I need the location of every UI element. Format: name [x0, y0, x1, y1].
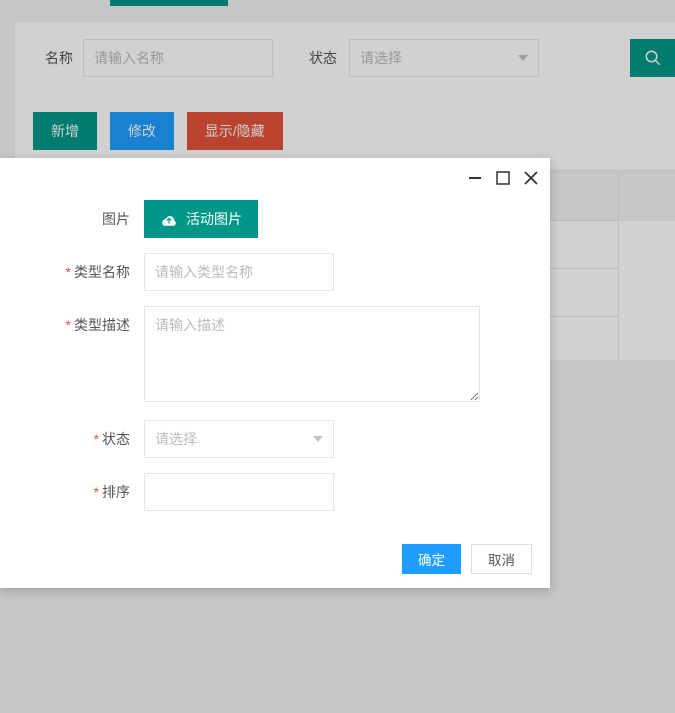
cloud-upload-icon: [160, 212, 178, 226]
edit-dialog: 图片 活动图片 *类型名称 *类型描述: [0, 158, 550, 588]
cancel-button[interactable]: 取消: [471, 544, 532, 574]
type-desc-textarea[interactable]: [144, 306, 480, 402]
dialog-body: 图片 活动图片 *类型名称 *类型描述: [0, 200, 550, 540]
type-name-label: *类型名称: [0, 253, 144, 282]
upload-image-button[interactable]: 活动图片: [144, 200, 258, 238]
chevron-down-icon: [313, 436, 323, 442]
type-name-input[interactable]: [144, 253, 334, 291]
maximize-icon[interactable]: [496, 171, 510, 188]
sort-input[interactable]: [144, 473, 334, 511]
upload-image-label: 活动图片: [186, 209, 242, 229]
dialog-status-select-value: 请选择: [155, 429, 197, 449]
dialog-titlebar: [0, 158, 550, 200]
type-desc-label: *类型描述: [0, 306, 144, 335]
close-icon[interactable]: [524, 171, 538, 188]
minimize-icon[interactable]: [468, 171, 482, 188]
dialog-status-label: *状态: [0, 420, 144, 449]
dialog-status-select[interactable]: 请选择: [144, 420, 334, 458]
sort-label: *排序: [0, 473, 144, 502]
dialog-footer: 确定 取消: [0, 540, 550, 588]
confirm-button[interactable]: 确定: [402, 544, 461, 574]
image-label: 图片: [0, 200, 144, 229]
